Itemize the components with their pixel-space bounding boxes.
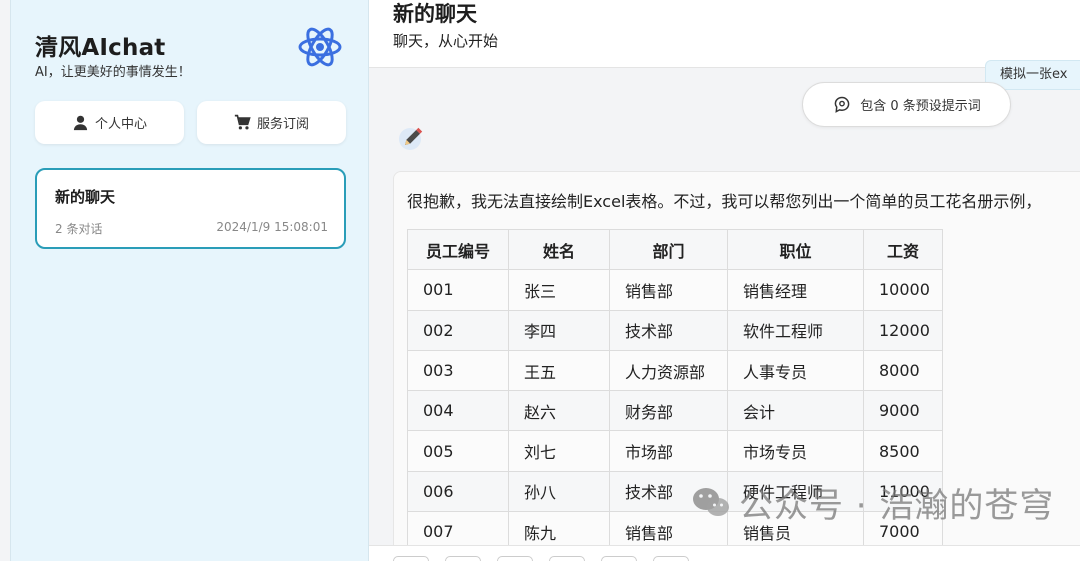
staff-table: 员工编号 姓名 部门 职位 工资 001 张三 销售部 销售经理 10000 0… bbox=[407, 228, 943, 553]
table-cell: 人事专员 bbox=[727, 349, 864, 392]
toolbar-button[interactable] bbox=[445, 556, 481, 561]
table-cell: 王五 bbox=[508, 349, 610, 392]
table-row: 006 孙八 技术部 硬件工程师 11000 bbox=[407, 470, 943, 513]
table-cell: 孙八 bbox=[508, 470, 610, 513]
toolbar-button[interactable] bbox=[601, 556, 637, 561]
table-header-row: 员工编号 姓名 部门 职位 工资 bbox=[407, 228, 943, 271]
table-header-cell: 姓名 bbox=[508, 228, 610, 271]
table-cell: 技术部 bbox=[609, 309, 728, 351]
table-cell: 李四 bbox=[508, 309, 610, 351]
table-cell: 003 bbox=[407, 349, 509, 392]
table-cell: 006 bbox=[407, 470, 509, 513]
table-cell: 技术部 bbox=[609, 470, 728, 513]
chat-main: 新的聊天 聊天，从心开始 模拟一张ex 包含 0 条预设提示词 很抱歉，我无法直… bbox=[369, 0, 1080, 561]
table-cell: 8000 bbox=[863, 349, 943, 392]
table-cell: 12000 bbox=[863, 309, 943, 351]
preset-prompts-button[interactable]: 包含 0 条预设提示词 bbox=[802, 82, 1011, 127]
brand-title: 清风AIchat bbox=[35, 35, 166, 61]
table-cell: 赵六 bbox=[508, 390, 610, 432]
atom-icon bbox=[298, 27, 342, 67]
toolbar-button[interactable] bbox=[549, 556, 585, 561]
brain-icon bbox=[834, 96, 850, 113]
table-cell: 财务部 bbox=[609, 390, 728, 432]
chat-header: 新的聊天 聊天，从心开始 bbox=[369, 0, 1080, 68]
chat-subtitle: 聊天，从心开始 bbox=[393, 32, 499, 50]
table-header-cell: 工资 bbox=[863, 228, 943, 271]
chat-session-count: 2 条对话 bbox=[55, 222, 103, 236]
table-header-cell: 职位 bbox=[727, 228, 864, 271]
toolbar-button[interactable] bbox=[497, 556, 533, 561]
table-cell: 市场部 bbox=[609, 430, 728, 472]
table-cell: 销售部 bbox=[609, 269, 728, 311]
assistant-message-bubble: 很抱歉，我无法直接绘制Excel表格。不过，我可以帮您列出一个简单的员工花名册示… bbox=[393, 171, 1080, 561]
table-cell: 10000 bbox=[863, 269, 943, 311]
cart-icon bbox=[234, 114, 251, 130]
preset-prompts-label: 包含 0 条预设提示词 bbox=[860, 99, 981, 114]
sidebar: 清风AIchat AI，让更美好的事情发生！ 个人中心 服务订阅 新的聊天 2 … bbox=[10, 0, 369, 561]
subscription-button[interactable]: 服务订阅 bbox=[197, 101, 346, 144]
table-row: 001 张三 销售部 销售经理 10000 bbox=[407, 269, 943, 311]
toolbar-button[interactable] bbox=[653, 556, 689, 561]
table-cell: 004 bbox=[407, 390, 509, 432]
app-window: 清风AIchat AI，让更美好的事情发生！ 个人中心 服务订阅 新的聊天 2 … bbox=[0, 0, 1080, 561]
pencil-icon[interactable] bbox=[397, 122, 427, 152]
table-row: 003 王五 人力资源部 人事专员 8000 bbox=[407, 349, 943, 392]
table-cell: 销售经理 bbox=[727, 269, 864, 311]
table-cell: 刘七 bbox=[508, 430, 610, 472]
toolbar-button[interactable] bbox=[393, 556, 429, 561]
table-cell: 会计 bbox=[727, 390, 864, 432]
chat-session-item[interactable]: 新的聊天 2 条对话 2024/1/9 15:08:01 bbox=[35, 168, 346, 249]
chat-input-toolbar bbox=[369, 545, 1080, 561]
table-cell: 002 bbox=[407, 309, 509, 351]
brand-subtitle: AI，让更美好的事情发生！ bbox=[35, 65, 191, 80]
subscription-button-label: 服务订阅 bbox=[256, 117, 309, 132]
table-cell: 软件工程师 bbox=[727, 309, 864, 351]
table-cell: 硬件工程师 bbox=[727, 470, 864, 513]
table-cell: 张三 bbox=[508, 269, 610, 311]
table-header-cell: 员工编号 bbox=[407, 228, 509, 271]
table-row: 004 赵六 财务部 会计 9000 bbox=[407, 390, 943, 432]
profile-button-label: 个人中心 bbox=[94, 117, 147, 132]
table-row: 002 李四 技术部 软件工程师 12000 bbox=[407, 309, 943, 351]
table-cell: 9000 bbox=[863, 390, 943, 432]
assistant-message-text: 很抱歉，我无法直接绘制Excel表格。不过，我可以帮您列出一个简单的员工花名册示… bbox=[407, 192, 1042, 211]
chat-title: 新的聊天 bbox=[393, 2, 477, 26]
profile-button[interactable]: 个人中心 bbox=[35, 101, 184, 144]
table-cell: 8500 bbox=[863, 430, 943, 472]
table-cell: 001 bbox=[407, 269, 509, 311]
chat-session-title: 新的聊天 bbox=[55, 188, 116, 206]
table-cell: 005 bbox=[407, 430, 509, 472]
table-row: 005 刘七 市场部 市场专员 8500 bbox=[407, 430, 943, 472]
chat-session-time: 2024/1/9 15:08:01 bbox=[216, 220, 328, 234]
table-header-cell: 部门 bbox=[609, 228, 728, 271]
table-cell: 人力资源部 bbox=[609, 349, 728, 392]
user-icon bbox=[73, 115, 88, 131]
table-cell: 市场专员 bbox=[727, 430, 864, 472]
table-cell: 11000 bbox=[863, 470, 943, 513]
